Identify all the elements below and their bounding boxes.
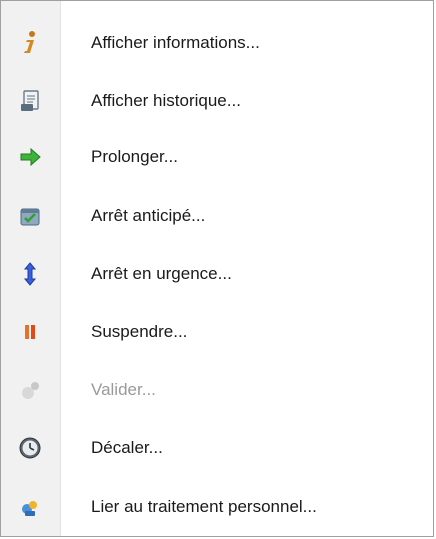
green-arrow-right-icon xyxy=(15,142,45,172)
menu-item-label: Arrêt anticipé... xyxy=(91,206,206,225)
history-document-icon xyxy=(15,86,45,116)
menu-item-label: Suspendre... xyxy=(91,322,188,341)
pause-icon xyxy=(15,317,45,347)
menu-item-label: Arrêt en urgence... xyxy=(91,264,232,283)
calendar-check-icon xyxy=(15,201,45,231)
menu-item-label: Afficher historique... xyxy=(91,91,241,110)
context-menu: Afficher informations... Afficher histor… xyxy=(0,0,434,537)
menu-item-prolonger[interactable]: Prolonger... xyxy=(1,129,433,185)
link-personal-icon xyxy=(15,492,45,522)
double-arrow-vertical-icon xyxy=(15,259,45,289)
menu-item-label: Lier au traitement personnel... xyxy=(91,497,317,516)
menu-item-decaler[interactable]: Décaler... xyxy=(1,420,433,476)
menu-item-afficher-historique[interactable]: Afficher historique... xyxy=(1,73,433,129)
info-icon xyxy=(15,28,45,58)
menu-item-valider[interactable]: Valider... xyxy=(1,362,433,418)
menu-item-label: Valider... xyxy=(91,380,156,399)
menu-item-afficher-informations[interactable]: Afficher informations... xyxy=(1,15,433,71)
validate-icon xyxy=(15,375,45,405)
clock-icon xyxy=(15,433,45,463)
menu-item-suspendre[interactable]: Suspendre... xyxy=(1,304,433,360)
menu-item-label: Prolonger... xyxy=(91,147,178,166)
menu-item-label: Afficher informations... xyxy=(91,33,260,52)
menu-item-label: Décaler... xyxy=(91,438,163,457)
menu-item-arret-en-urgence[interactable]: Arrêt en urgence... xyxy=(1,246,433,302)
menu-item-lier-traitement[interactable]: Lier au traitement personnel... xyxy=(1,479,433,535)
menu-item-arret-anticipe[interactable]: Arrêt anticipé... xyxy=(1,188,433,244)
